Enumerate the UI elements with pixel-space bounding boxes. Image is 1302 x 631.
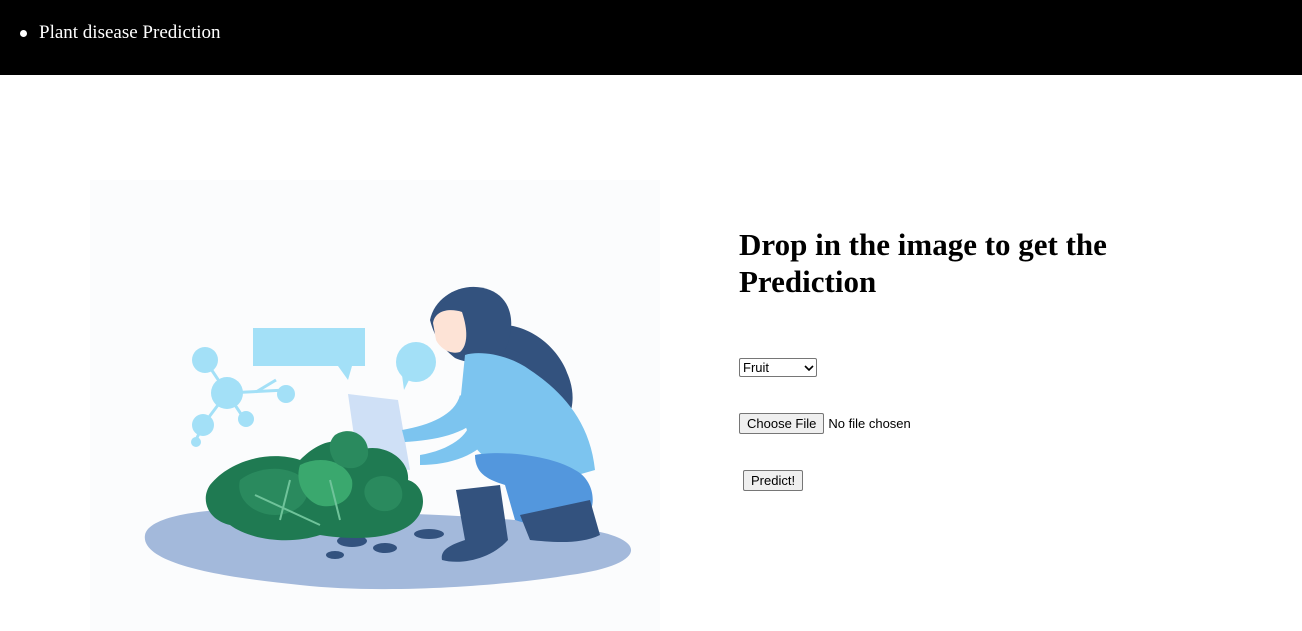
file-status: No file chosen [828,416,911,431]
file-input: Choose File No file chosen [739,413,911,434]
nav-item-label: Plant disease Prediction [39,22,221,43]
category-select-value: Fruit [743,360,769,375]
predict-button[interactable]: Predict! [743,470,804,491]
soil-dot [414,529,444,539]
category-select[interactable]: Fruit [739,358,817,377]
thought-bubble [396,342,436,382]
choose-file-button[interactable]: Choose File [739,413,825,434]
speech-bubble [253,328,365,366]
category-select-wrapper: Fruit [739,358,817,377]
page-heading: Drop in the image to get the Prediction [739,227,1107,299]
bullet-icon [20,29,27,37]
prediction-panel: Drop in the image to get the Prediction … [739,226,1219,491]
chevron-down-icon [802,359,816,376]
farmer-illustration [90,180,660,631]
nav-item-plant-disease-prediction[interactable]: Plant disease Prediction [20,22,221,44]
top-navbar: Plant disease Prediction [0,0,1302,75]
soil-dot [326,551,344,559]
soil-dot [373,543,397,553]
predict-wrapper: Predict! [743,470,804,491]
